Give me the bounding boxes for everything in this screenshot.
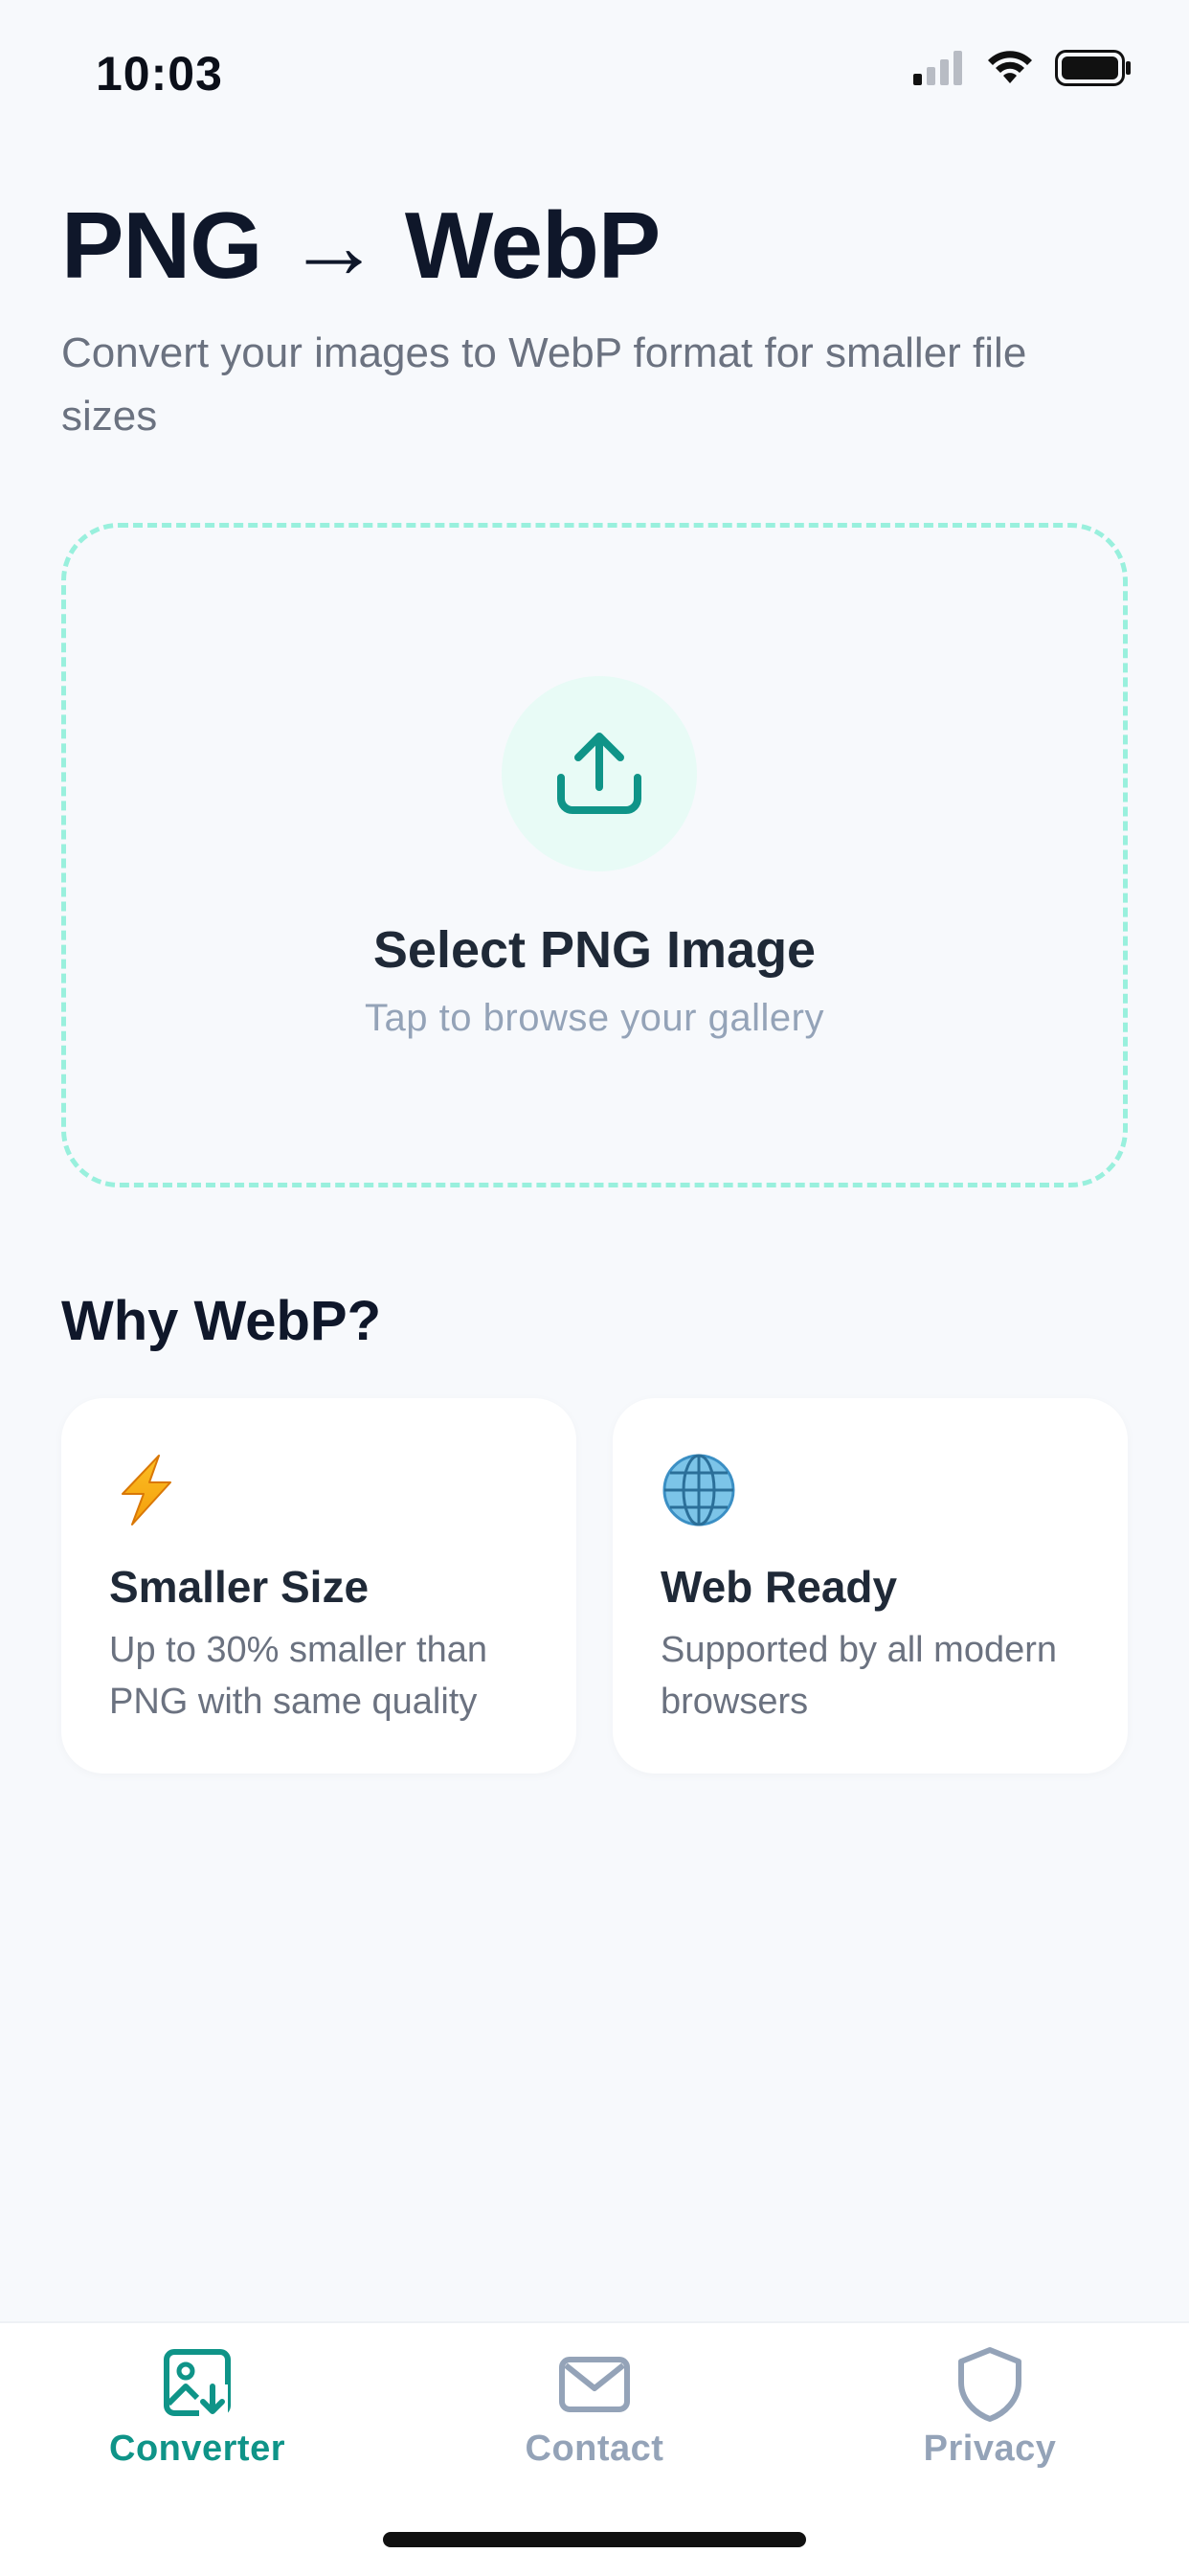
status-bar: 10:03: [0, 0, 1189, 144]
status-icons: [913, 50, 1132, 86]
tab-converter[interactable]: Converter: [54, 2344, 341, 2488]
feature-card-smaller-size: Smaller Size Up to 30% smaller than PNG …: [61, 1398, 576, 1774]
battery-icon: [1055, 50, 1131, 86]
upload-icon: [557, 733, 641, 814]
tab-label: Contact: [525, 2429, 664, 2469]
envelope-icon: [559, 2357, 630, 2412]
lightning-icon: [122, 1455, 171, 1525]
image-download-icon: [164, 2349, 231, 2417]
upload-title: Select PNG Image: [372, 921, 817, 979]
tab-label: Converter: [109, 2429, 285, 2469]
section-title-why-webp: Why WebP?: [61, 1290, 382, 1352]
status-time: 10:03: [96, 47, 223, 101]
cellular-signal-icon: [913, 51, 962, 85]
globe-icon: [662, 1454, 735, 1526]
upload-hint: Tap to browse your gallery: [365, 997, 824, 1039]
page-subtitle: Convert your images to WebP format for s…: [61, 329, 1027, 440]
feature-title: Web Ready: [661, 1562, 898, 1612]
tab-privacy[interactable]: Privacy: [846, 2344, 1133, 2488]
feature-description: Supported by all modern browsers: [661, 1630, 1058, 1722]
feature-title: Smaller Size: [109, 1562, 370, 1612]
tab-contact[interactable]: Contact: [451, 2344, 738, 2488]
page-title: PNG → WebP: [61, 192, 661, 298]
feature-card-web-ready: Web Ready Supported by all modern browse…: [613, 1398, 1128, 1774]
tab-label: Privacy: [923, 2429, 1057, 2469]
wifi-icon: [988, 51, 1032, 83]
home-indicator: [383, 2532, 806, 2547]
feature-description: Up to 30% smaller than PNG with same qua…: [109, 1630, 487, 1722]
upload-icon-circle: [502, 676, 697, 871]
select-image-dropzone[interactable]: Select PNG Image Tap to browse your gall…: [61, 523, 1128, 1187]
shield-icon: [958, 2347, 1021, 2422]
